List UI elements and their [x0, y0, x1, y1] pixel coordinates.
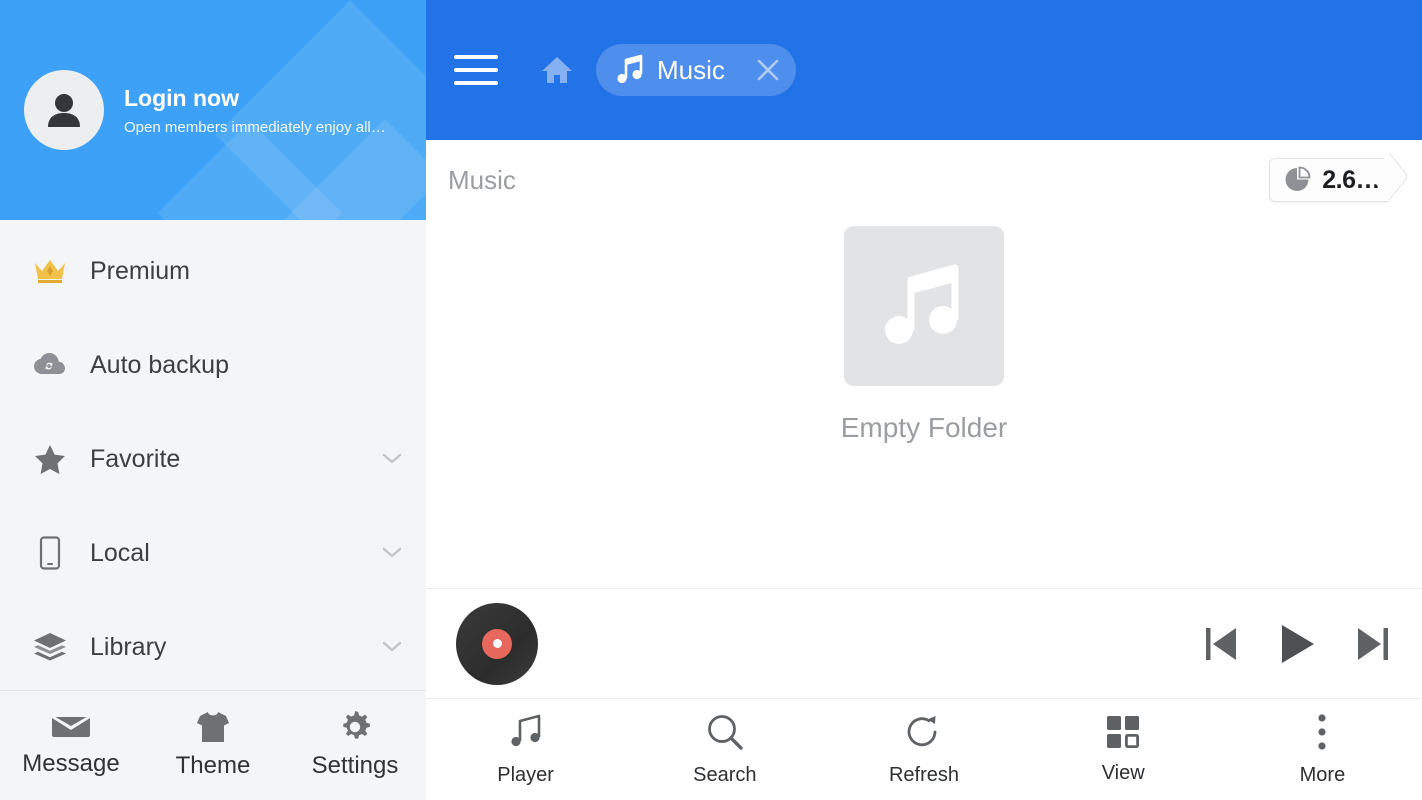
- cloud-sync-icon: [28, 351, 72, 379]
- gear-icon: [343, 711, 370, 739]
- skip-previous-icon[interactable]: [1202, 623, 1240, 665]
- sidebar-menu: Premium Auto backup Favorite Local Libra…: [0, 220, 426, 694]
- bottom-nav-label: View: [1101, 761, 1145, 784]
- app-toolbar: Music: [426, 0, 1422, 140]
- bottom-nav-label: Player: [497, 763, 554, 786]
- refresh-icon: [907, 715, 937, 746]
- bottom-navigation: Player Search Refresh View More: [426, 698, 1422, 800]
- sidebar-footer-label: Message: [22, 750, 120, 777]
- vinyl-record-icon[interactable]: [456, 602, 538, 685]
- more-vertical-icon: [1318, 713, 1327, 750]
- sidebar-footer-label: Settings: [311, 752, 399, 779]
- music-note-icon: [617, 54, 643, 84]
- envelope-icon: [52, 715, 90, 737]
- sidebar-footer: Message Theme Settings: [0, 690, 426, 800]
- sidebar: Login now Open members immediately enjoy…: [0, 0, 426, 800]
- sidebar-item-label: Local: [90, 538, 150, 567]
- sidebar-item-label: Favorite: [90, 444, 181, 473]
- account-subtitle: Open members immediately enjoy all…: [124, 118, 386, 136]
- breadcrumb-bar: Music 2.6…: [426, 140, 1422, 220]
- search-icon: [707, 714, 743, 750]
- layers-icon: [28, 632, 72, 662]
- app-root: 7:24 Login now Open members immediately …: [0, 0, 1422, 800]
- sidebar-item-local[interactable]: Local: [0, 506, 426, 600]
- bottom-nav-label: More: [1299, 763, 1346, 786]
- storage-badge[interactable]: 2.6…: [1269, 158, 1388, 202]
- star-icon: [28, 444, 72, 475]
- sidebar-item-library[interactable]: Library: [0, 600, 426, 694]
- breadcrumb[interactable]: Music: [448, 165, 516, 196]
- music-note-icon: [510, 714, 540, 746]
- sidebar-footer-settings[interactable]: Settings: [284, 711, 426, 780]
- chevron-down-icon[interactable]: [380, 547, 404, 559]
- sidebar-footer-message[interactable]: Message: [0, 713, 142, 778]
- sidebar-footer-theme[interactable]: Theme: [142, 711, 284, 780]
- vinyl-hole: [492, 639, 502, 648]
- tab-label: Music: [657, 54, 725, 85]
- bottom-nav-search[interactable]: Search: [625, 713, 824, 787]
- play-icon[interactable]: [1276, 621, 1318, 667]
- bottom-nav-view[interactable]: View: [1024, 715, 1223, 785]
- chevron-down-icon[interactable]: [380, 453, 404, 465]
- bottom-nav-more[interactable]: More: [1223, 713, 1422, 787]
- sidebar-item-label: Premium: [90, 256, 191, 285]
- grid-view-icon: [1107, 715, 1140, 748]
- sidebar-item-favorite[interactable]: Favorite: [0, 412, 426, 506]
- avatar[interactable]: [24, 70, 104, 150]
- sidebar-item-label: Library: [90, 632, 167, 661]
- bottom-nav-refresh[interactable]: Refresh: [824, 713, 1023, 787]
- storage-badge-text: 2.6…: [1322, 165, 1380, 194]
- tab-music[interactable]: Music: [596, 44, 796, 96]
- sidebar-item-premium[interactable]: Premium: [0, 224, 426, 318]
- account-text: Login now Open members immediately enjoy…: [124, 85, 386, 136]
- music-note-icon: [885, 264, 959, 344]
- vinyl-label: [482, 628, 512, 659]
- crown-icon: [28, 257, 72, 285]
- bottom-nav-label: Search: [693, 763, 757, 786]
- sidebar-account-header[interactable]: Login now Open members immediately enjoy…: [0, 0, 426, 220]
- sidebar-item-auto-backup[interactable]: Auto backup: [0, 318, 426, 412]
- bottom-nav-player[interactable]: Player: [426, 713, 625, 787]
- tshirt-icon: [197, 712, 229, 742]
- main-area: Music Music 2.6… Empty Folder Player Sea…: [426, 0, 1422, 800]
- skip-next-icon[interactable]: [1354, 623, 1392, 665]
- hamburger-icon[interactable]: [448, 51, 504, 89]
- chevron-down-icon[interactable]: [380, 641, 404, 653]
- bottom-nav-label: Refresh: [888, 763, 960, 786]
- transport-controls: [1202, 621, 1400, 667]
- account-row[interactable]: Login now Open members immediately enjoy…: [0, 0, 426, 220]
- player-bar: [426, 588, 1422, 698]
- phone-icon: [28, 536, 72, 570]
- account-title: Login now: [124, 84, 239, 111]
- file-list-empty-state: Empty Folder: [426, 220, 1422, 588]
- sidebar-footer-label: Theme: [175, 752, 251, 779]
- empty-folder-tile: [844, 226, 1004, 386]
- close-icon[interactable]: [754, 56, 782, 84]
- pie-chart-icon: [1285, 166, 1311, 191]
- user-avatar-icon: [48, 94, 80, 127]
- home-icon[interactable]: [540, 54, 574, 86]
- sidebar-item-label: Auto backup: [90, 350, 229, 379]
- empty-folder-label: Empty Folder: [840, 412, 1008, 443]
